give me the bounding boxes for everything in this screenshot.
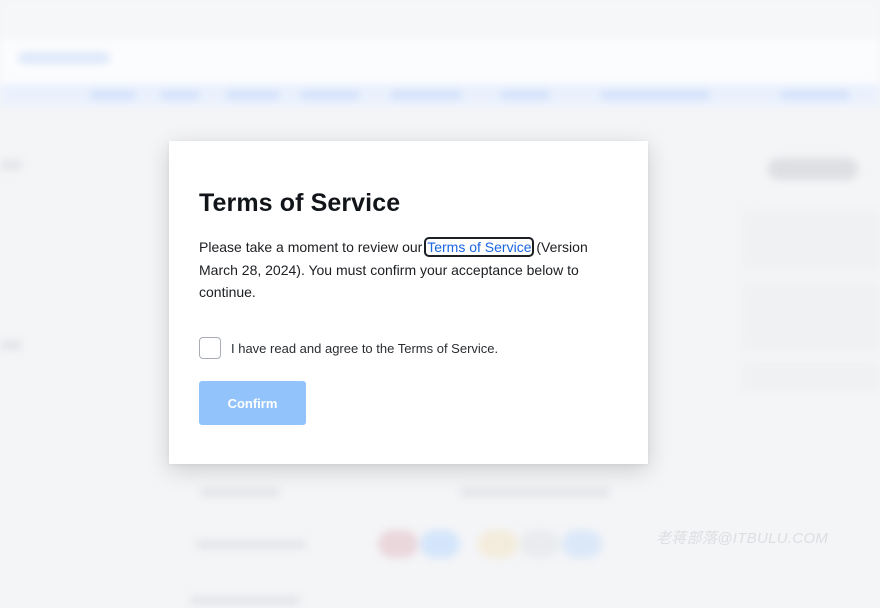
background-nav-item [780, 91, 850, 99]
background-logo [18, 52, 110, 64]
background-nav-item [600, 91, 710, 99]
background-top-bar [0, 0, 880, 40]
background-nav-item [390, 91, 462, 99]
background-badge [520, 530, 560, 558]
background-left-text [0, 160, 22, 170]
background-nav-item [300, 91, 360, 99]
background-text-line [200, 488, 280, 497]
background-badge [478, 530, 518, 558]
terms-modal: Terms of Service Please take a moment to… [169, 141, 648, 464]
background-text-line [460, 488, 610, 497]
body-text-before: Please take a moment to review our [199, 239, 427, 255]
background-sidebar-card [742, 210, 880, 270]
agree-checkbox-row[interactable]: I have read and agree to the Terms of Se… [199, 337, 498, 359]
watermark-text: 老蒋部落@ITBULU.COM [656, 530, 829, 547]
background-badge [378, 530, 418, 558]
background-sidebar-pill [768, 158, 858, 180]
background-badge [562, 530, 602, 558]
background-nav-item [160, 91, 200, 99]
background-text-line [196, 540, 306, 549]
background-nav-item [226, 91, 280, 99]
confirm-button[interactable]: Confirm [199, 381, 306, 425]
agree-checkbox[interactable] [199, 337, 221, 359]
background-sidebar-card [742, 282, 880, 352]
terms-of-service-link[interactable]: Terms of Service [424, 237, 535, 257]
background-nav-item [500, 91, 550, 99]
agree-checkbox-label[interactable]: I have read and agree to the Terms of Se… [231, 341, 498, 356]
modal-body-text: Please take a moment to review our Terms… [199, 236, 599, 304]
background-badge [420, 530, 460, 558]
background-nav-item [90, 91, 136, 99]
screen: Terms of Service Please take a moment to… [0, 0, 880, 608]
background-sidebar-card [742, 362, 880, 392]
background-left-text [0, 340, 22, 350]
modal-title: Terms of Service [199, 189, 401, 217]
background-text-line [190, 596, 300, 605]
